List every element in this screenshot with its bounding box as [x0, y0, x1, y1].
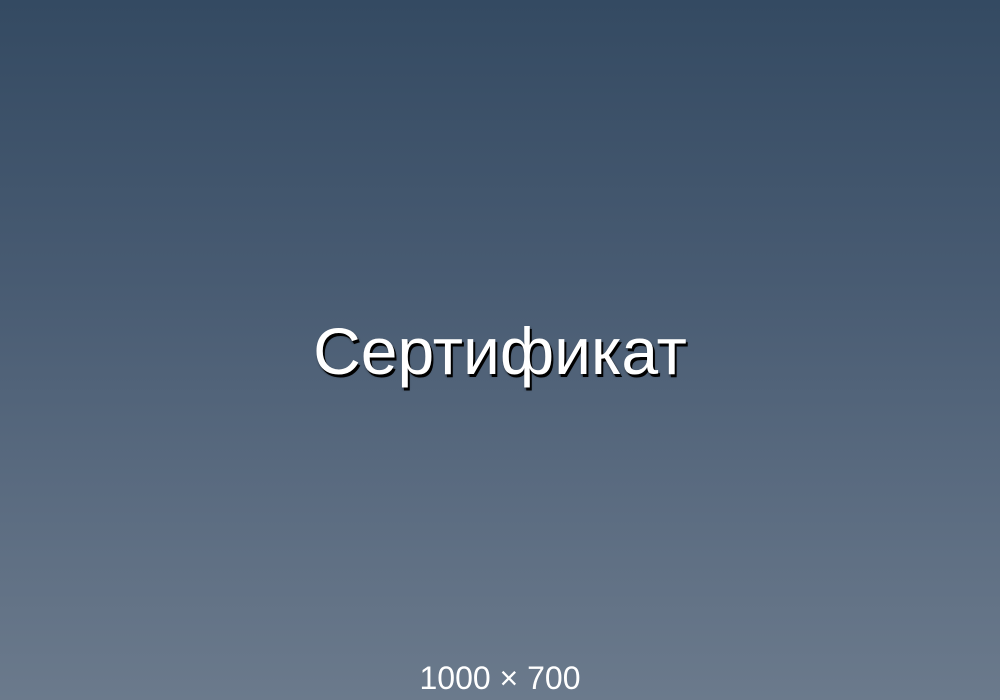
placeholder-image: Сертификат 1000 × 700 — [0, 0, 1000, 700]
image-dimensions-label: 1000 × 700 — [419, 660, 581, 696]
certificate-title: Сертификат — [313, 314, 687, 388]
